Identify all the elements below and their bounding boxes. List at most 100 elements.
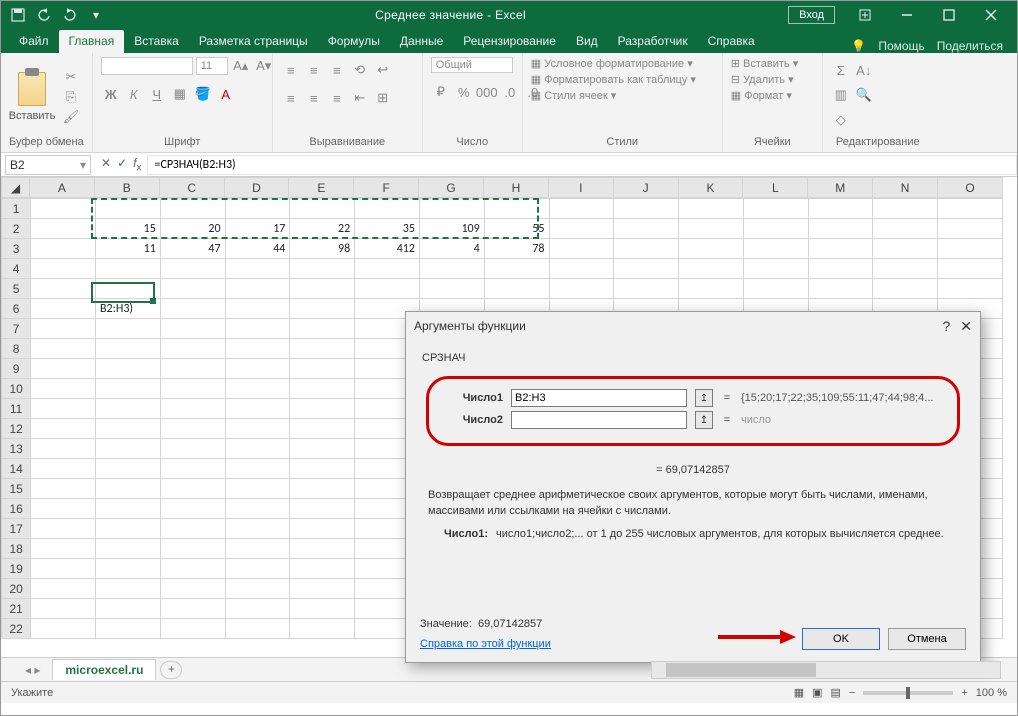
cell[interactable]	[290, 419, 355, 439]
cell[interactable]	[225, 579, 290, 599]
decrease-font-icon[interactable]: A▾	[254, 57, 274, 75]
row-header[interactable]: 9	[2, 359, 31, 379]
collapse-dialog-icon-2[interactable]: ↥	[695, 411, 713, 429]
row-header[interactable]: 4	[2, 259, 31, 279]
cell[interactable]	[290, 319, 355, 339]
cell[interactable]	[679, 219, 744, 239]
row-header[interactable]: 16	[2, 499, 31, 519]
align-left-icon[interactable]: ≡	[281, 89, 301, 107]
row-header[interactable]: 21	[2, 599, 31, 619]
cell[interactable]	[290, 539, 355, 559]
cell[interactable]	[743, 219, 808, 239]
cell[interactable]	[225, 479, 290, 499]
row-header[interactable]: 1	[2, 199, 31, 219]
cell[interactable]	[160, 279, 225, 299]
col-header[interactable]: A	[30, 178, 95, 198]
cell[interactable]	[160, 539, 225, 559]
orientation-icon[interactable]: ⟲	[350, 61, 370, 79]
zoom-out-icon[interactable]: −	[849, 687, 855, 699]
dialog-titlebar[interactable]: Аргументы функции ? ✕	[406, 312, 980, 340]
cell[interactable]	[31, 279, 96, 299]
insert-cell-button[interactable]: ⊞ Вставить ▾	[731, 57, 799, 70]
cell[interactable]: 98	[290, 239, 355, 259]
row-header[interactable]: 10	[2, 379, 31, 399]
fill-color-icon[interactable]: 🪣	[193, 85, 213, 103]
font-color-icon[interactable]: A	[216, 85, 236, 103]
row-header[interactable]: 2	[2, 219, 31, 239]
cancel-formula-icon[interactable]: ✕	[101, 156, 111, 173]
dialog-help-icon[interactable]: ?	[942, 318, 950, 335]
cell[interactable]	[225, 199, 290, 219]
cell[interactable]	[160, 359, 225, 379]
cell[interactable]	[31, 219, 96, 239]
redo-icon[interactable]	[59, 4, 81, 26]
sheet-tab[interactable]: microexcel.ru	[52, 659, 156, 680]
cell[interactable]	[96, 499, 161, 519]
cell[interactable]	[290, 279, 355, 299]
tab-review[interactable]: Рецензирование	[453, 30, 566, 53]
tab-data[interactable]: Данные	[390, 30, 453, 53]
tab-help[interactable]: Справка	[698, 30, 765, 53]
cell-styles-button[interactable]: ▦ Стили ячеек ▾	[531, 89, 617, 102]
cell[interactable]	[419, 259, 484, 279]
cell[interactable]	[160, 439, 225, 459]
cell[interactable]	[290, 599, 355, 619]
row-header[interactable]: 20	[2, 579, 31, 599]
cell[interactable]: 35	[355, 219, 420, 239]
row-header[interactable]: 7	[2, 319, 31, 339]
cell[interactable]	[290, 439, 355, 459]
cell[interactable]	[873, 259, 938, 279]
cell[interactable]	[160, 619, 225, 639]
cell[interactable]	[743, 259, 808, 279]
cell[interactable]	[96, 259, 161, 279]
cell[interactable]	[355, 199, 420, 219]
cell[interactable]	[614, 239, 679, 259]
cell[interactable]: 22	[290, 219, 355, 239]
share-button[interactable]: Поделиться	[937, 39, 1003, 53]
cell[interactable]	[96, 379, 161, 399]
delete-cell-button[interactable]: ⊟ Удалить ▾	[731, 73, 794, 86]
cell[interactable]	[679, 239, 744, 259]
align-top-icon[interactable]: ≡	[281, 61, 301, 79]
cell[interactable]	[160, 479, 225, 499]
bold-button[interactable]: Ж	[101, 85, 121, 103]
cell[interactable]	[31, 459, 96, 479]
cell[interactable]	[31, 499, 96, 519]
cell[interactable]	[549, 279, 614, 299]
cell[interactable]	[873, 199, 938, 219]
arg1-input[interactable]	[511, 389, 687, 407]
cell[interactable]	[96, 439, 161, 459]
row-header[interactable]: 6	[2, 299, 31, 319]
cell[interactable]	[225, 419, 290, 439]
dialog-close-icon[interactable]: ✕	[960, 318, 972, 335]
cell[interactable]: 412	[355, 239, 420, 259]
increase-font-icon[interactable]: A▴	[231, 57, 251, 75]
cell[interactable]	[419, 199, 484, 219]
cell[interactable]	[679, 279, 744, 299]
cell[interactable]	[938, 279, 1003, 299]
format-painter-icon[interactable]: 🖌	[61, 108, 81, 126]
maximize-icon[interactable]	[929, 1, 969, 29]
cell[interactable]	[96, 199, 161, 219]
comma-icon[interactable]: 000	[477, 83, 497, 101]
cell[interactable]	[614, 259, 679, 279]
cell[interactable]	[31, 399, 96, 419]
align-bottom-icon[interactable]: ≡	[327, 61, 347, 79]
cell[interactable]	[549, 219, 614, 239]
cell[interactable]	[160, 559, 225, 579]
ok-button[interactable]: OK	[802, 628, 880, 650]
cell[interactable]	[808, 199, 873, 219]
cell[interactable]	[96, 419, 161, 439]
collapse-dialog-icon[interactable]: ↥	[695, 389, 713, 407]
login-button[interactable]: Вход	[788, 6, 835, 24]
cell[interactable]	[160, 519, 225, 539]
cell[interactable]: 55	[484, 219, 549, 239]
arg2-input[interactable]	[511, 411, 687, 429]
cell[interactable]	[96, 479, 161, 499]
cell[interactable]	[290, 199, 355, 219]
wrap-text-icon[interactable]: ↩	[373, 61, 393, 79]
cell[interactable]	[290, 479, 355, 499]
autosum-icon[interactable]: Σ	[831, 61, 851, 79]
cell[interactable]	[160, 399, 225, 419]
cell[interactable]	[96, 459, 161, 479]
